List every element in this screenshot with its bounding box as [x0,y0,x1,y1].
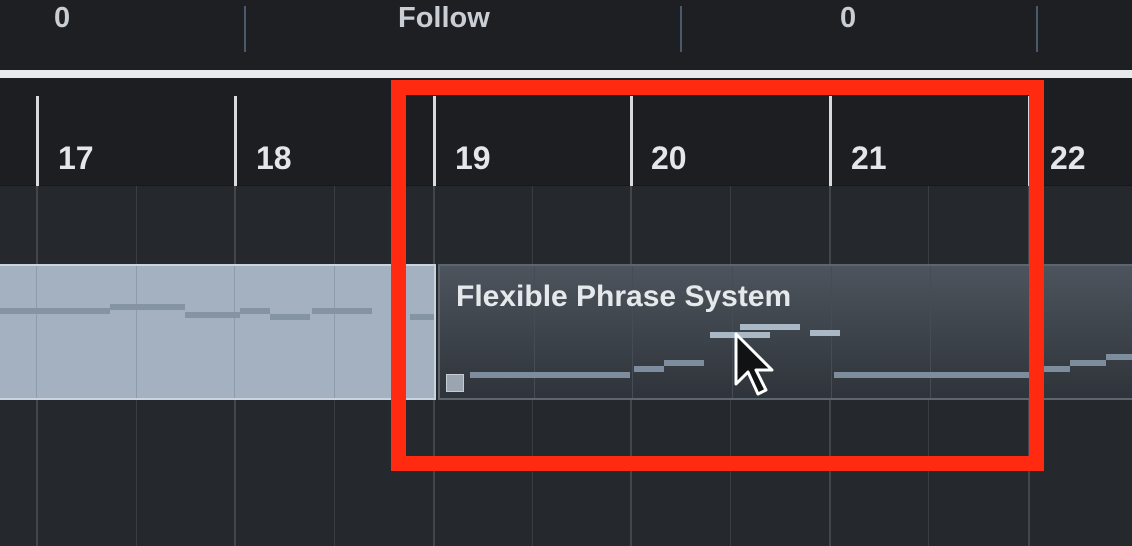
midi-note [240,308,270,314]
midi-note [185,312,240,318]
info-right-value[interactable]: 0 [840,2,856,35]
info-separator [1036,6,1038,52]
midi-note [1070,360,1106,366]
selected-midi-part[interactable] [0,264,436,400]
midi-note [1040,366,1070,372]
bar-number-22: 22 [1050,140,1086,176]
bar-tick [234,96,237,186]
bar-number-17: 17 [58,140,94,176]
midi-note [312,308,372,314]
midi-note [1106,354,1132,360]
info-left-value[interactable]: 0 [54,2,70,35]
midi-note [0,308,110,314]
info-separator [680,6,682,52]
follow-mode-label[interactable]: Follow [398,2,490,35]
arrow-pointer-icon [734,332,774,396]
midi-note [110,304,185,310]
bar-number-18: 18 [256,140,292,176]
section-divider [0,70,1132,78]
info-separator [244,6,246,52]
highlight-box [391,80,1044,471]
midi-note [270,314,310,320]
part-gridline [234,266,235,398]
part-gridline [334,266,335,398]
part-gridline [36,266,37,398]
bar-tick [36,96,39,186]
info-bar: 0 Follow 0 [0,0,1132,70]
part-gridline [136,266,137,398]
